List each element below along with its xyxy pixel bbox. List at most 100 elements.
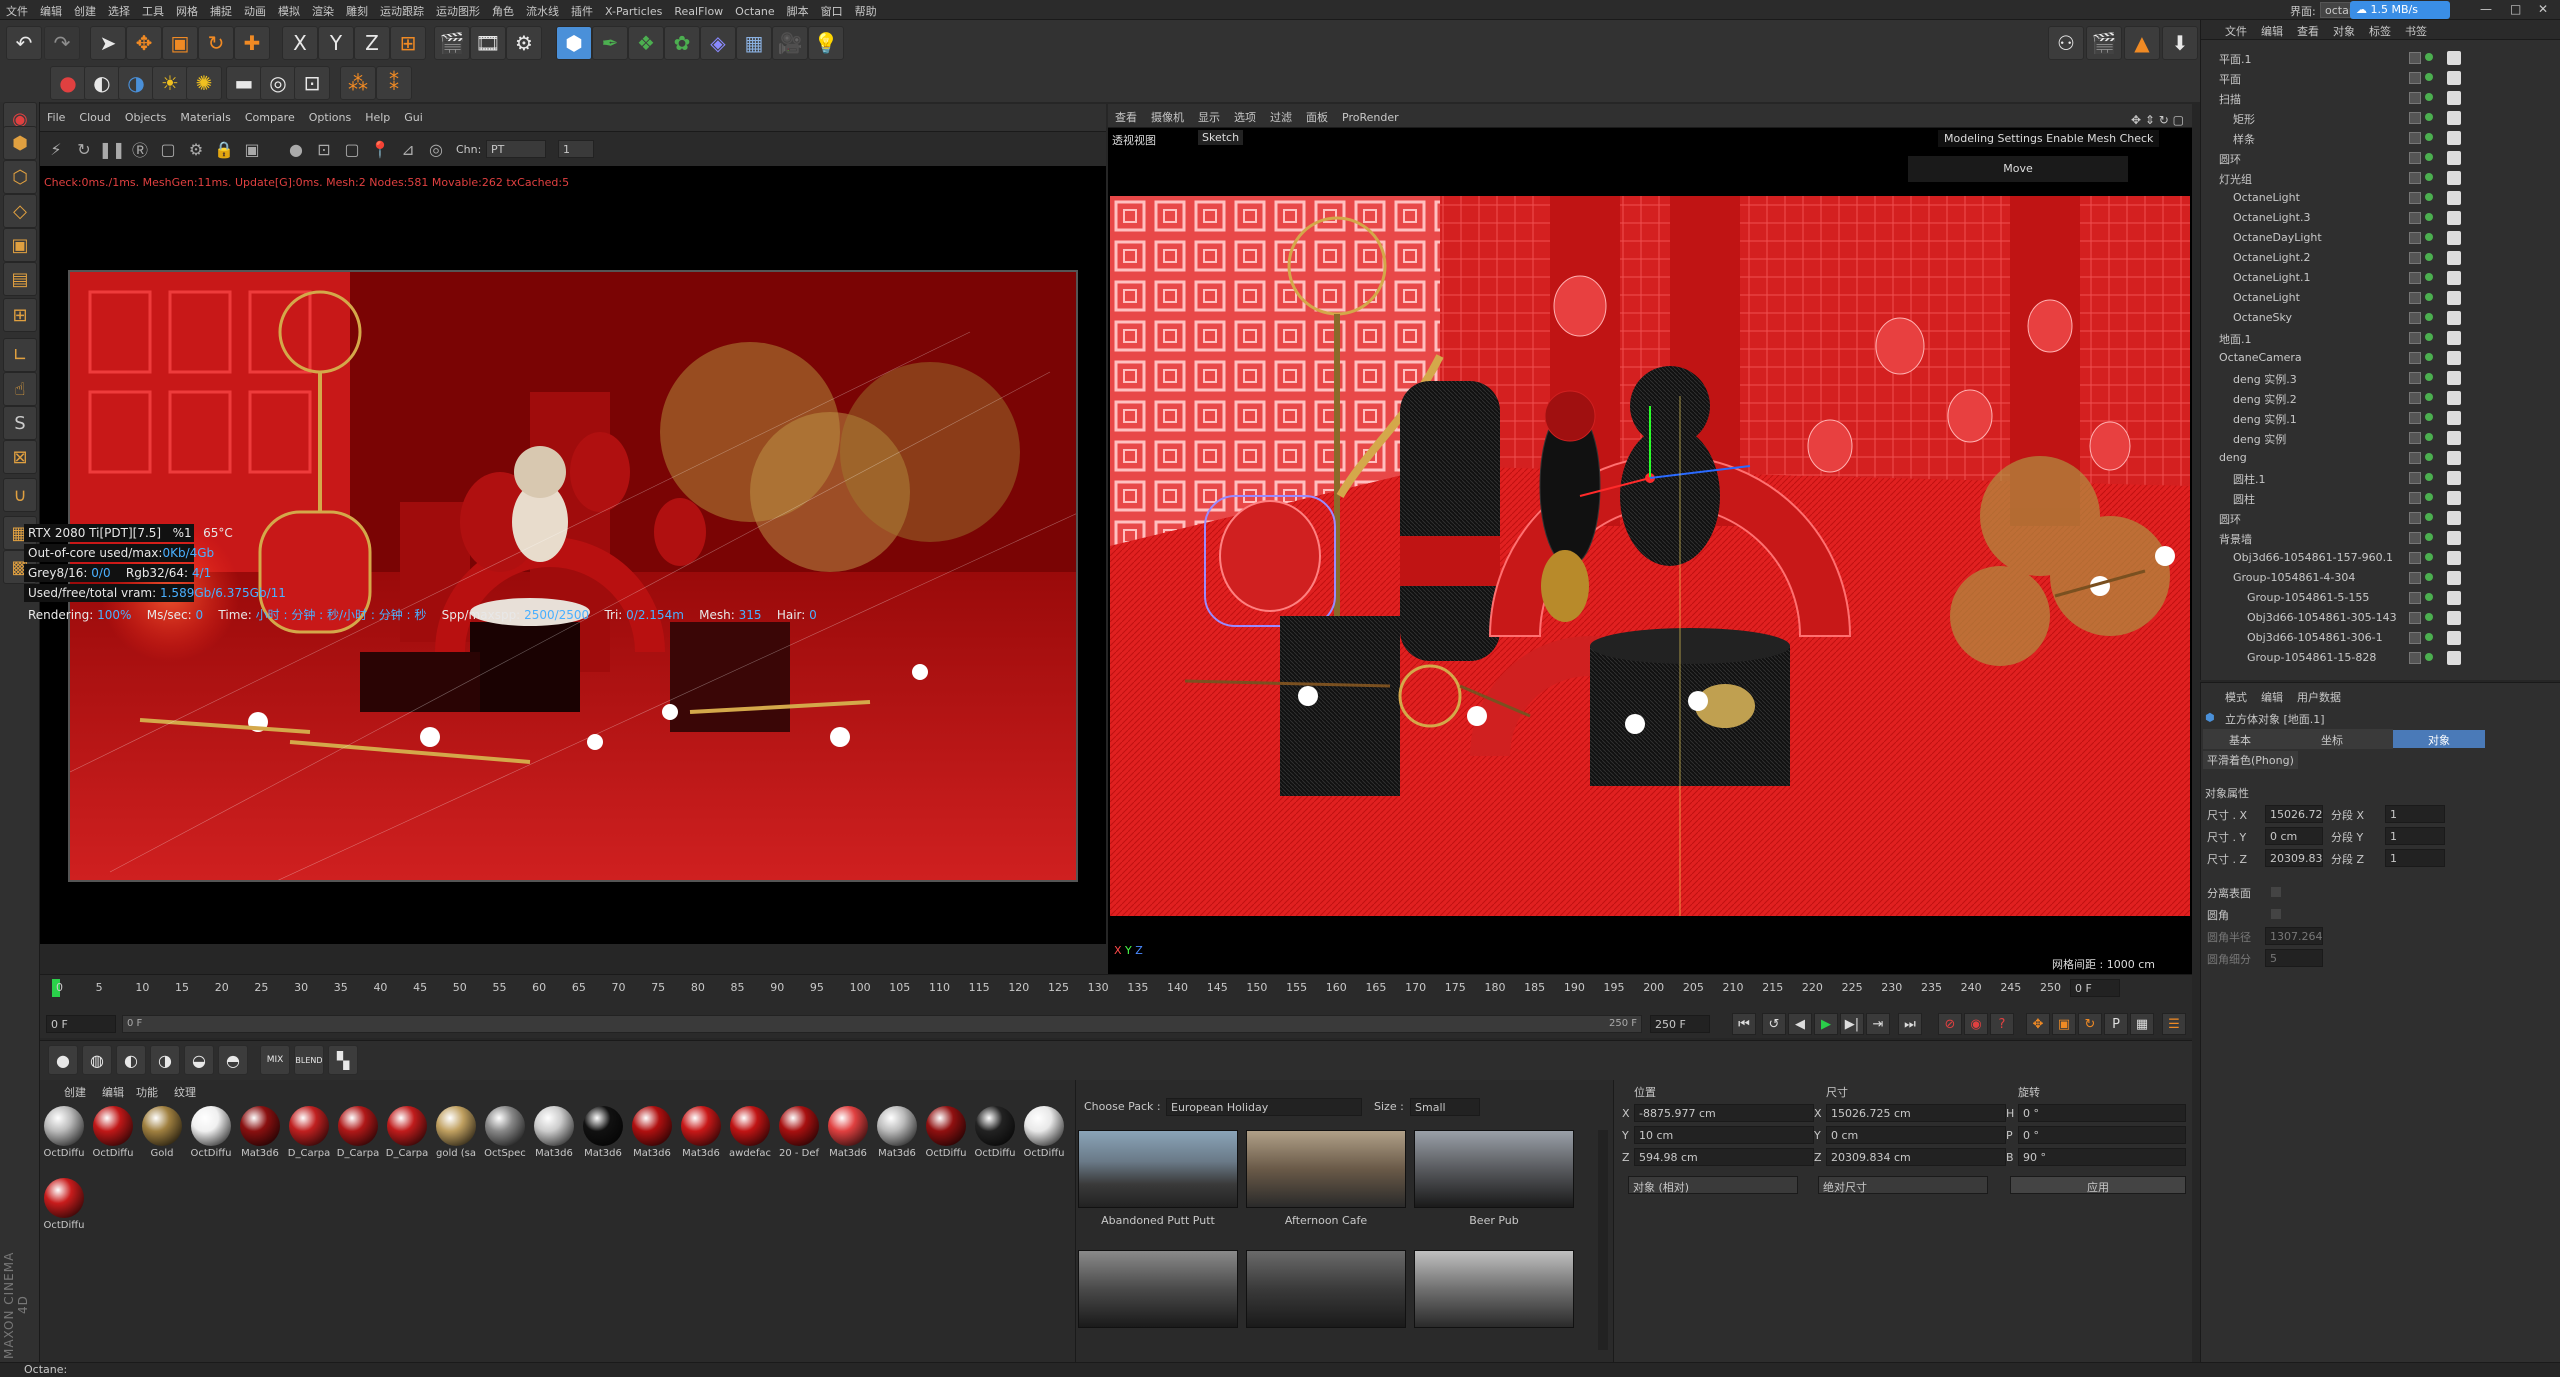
visibility-toggle[interactable] xyxy=(2409,552,2421,564)
seg-y-field[interactable]: 1 xyxy=(2385,827,2445,845)
lv-menu-compare[interactable]: Compare xyxy=(238,104,302,131)
mat-menu-function[interactable]: 功能 xyxy=(136,1084,158,1100)
enabled-check-icon[interactable] xyxy=(2425,313,2433,321)
cone-icon[interactable]: ▲ xyxy=(2124,26,2160,60)
channel-number[interactable]: 1 xyxy=(558,140,594,158)
cube-icon[interactable]: ⬢ xyxy=(556,26,592,60)
octane-glossy-icon[interactable]: ◑ xyxy=(118,66,154,100)
material-swatch[interactable]: gold (sa xyxy=(434,1104,478,1166)
specular-sphere-icon[interactable]: ◐ xyxy=(116,1045,146,1075)
enabled-check-icon[interactable] xyxy=(2425,213,2433,221)
enabled-check-icon[interactable] xyxy=(2425,473,2433,481)
size-y-coord-field[interactable]: 0 cm xyxy=(1826,1126,2006,1144)
size-y-field[interactable]: 0 cm xyxy=(2265,827,2323,845)
material-swatch[interactable]: awdefac xyxy=(728,1104,772,1166)
object-row[interactable]: 扫描 xyxy=(2201,88,2560,108)
enabled-check-icon[interactable] xyxy=(2425,513,2433,521)
material-tag-icon[interactable] xyxy=(2447,191,2461,205)
enabled-check-icon[interactable] xyxy=(2425,73,2433,81)
material-tag-icon[interactable] xyxy=(2447,111,2461,125)
material-swatch[interactable]: D_Carpa xyxy=(287,1104,331,1166)
material-sphere-icon[interactable]: ● xyxy=(284,138,308,160)
prev-key-icon[interactable]: ↺ xyxy=(1762,1013,1786,1035)
enabled-check-icon[interactable] xyxy=(2425,393,2433,401)
octane-target-icon[interactable]: ◎ xyxy=(260,66,296,100)
object-row[interactable]: deng 实例.3 xyxy=(2201,368,2560,388)
material-tag-icon[interactable] xyxy=(2447,311,2461,325)
material-tag-icon[interactable] xyxy=(2447,551,2461,565)
object-row[interactable]: OctaneLight.2 xyxy=(2201,248,2560,268)
coordinate-system-icon[interactable]: ⊞ xyxy=(390,26,426,60)
menu-item[interactable]: 动画 xyxy=(238,0,272,22)
lv-menu-cloud[interactable]: Cloud xyxy=(72,104,117,131)
object-row[interactable]: 样条 xyxy=(2201,128,2560,148)
om-tab-edit[interactable]: 编辑 xyxy=(2261,23,2283,39)
object-row[interactable]: 平面 xyxy=(2201,68,2560,88)
om-tab-object[interactable]: 对象 xyxy=(2333,23,2355,39)
object-row[interactable]: deng 实例.2 xyxy=(2201,388,2560,408)
object-row[interactable]: OctaneLight.3 xyxy=(2201,208,2560,228)
render-picture-viewer-icon[interactable]: 🎞 xyxy=(470,26,506,60)
hdri-thumb[interactable] xyxy=(1414,1250,1574,1328)
material-tag-icon[interactable] xyxy=(2447,431,2461,445)
end-frame-field[interactable]: 250 F xyxy=(1650,1015,1710,1033)
material-tag-icon[interactable] xyxy=(2447,271,2461,285)
vp-menu-camera[interactable]: 摄像机 xyxy=(1144,104,1191,130)
toon-sphere-icon[interactable]: ◒ xyxy=(184,1045,214,1075)
menu-item[interactable]: 角色 xyxy=(486,0,520,22)
start-frame-field[interactable]: 0 F xyxy=(46,1015,116,1033)
size-z-field[interactable]: 20309.834 xyxy=(2265,849,2323,867)
timeline[interactable]: 0 5 10 15 20 25 30 35 40 45 50 55 60 65 70 75 80 85 90 95 10… xyxy=(40,974,2192,1038)
material-tag-icon[interactable] xyxy=(2447,331,2461,345)
fillet-checkbox[interactable] xyxy=(2271,909,2281,919)
focus-picker-icon[interactable]: ⊡ xyxy=(312,138,336,160)
visibility-toggle[interactable] xyxy=(2409,172,2421,184)
enabled-check-icon[interactable] xyxy=(2425,93,2433,101)
cloner-icon[interactable]: ✿ xyxy=(664,26,700,60)
blend-material-icon[interactable]: BLEND xyxy=(294,1045,324,1075)
material-tag-icon[interactable] xyxy=(2447,491,2461,505)
octane-scatter-icon[interactable]: ⁂ xyxy=(340,66,376,100)
undo-icon[interactable]: ↶ xyxy=(6,26,42,60)
viewport-nav-icons[interactable]: ✥ ⇕ ↻ ▢ xyxy=(2124,108,2191,132)
material-swatch[interactable]: Mat3d6 xyxy=(826,1104,870,1166)
visibility-toggle[interactable] xyxy=(2409,652,2421,664)
vp-menu-display[interactable]: 显示 xyxy=(1191,104,1227,130)
layered-material-icon[interactable]: ▚ xyxy=(328,1045,358,1075)
enabled-check-icon[interactable] xyxy=(2425,133,2433,141)
axis-mode-icon[interactable]: ∟ xyxy=(3,338,37,372)
enabled-check-icon[interactable] xyxy=(2425,273,2433,281)
visibility-toggle[interactable] xyxy=(2409,72,2421,84)
visibility-toggle[interactable] xyxy=(2409,292,2421,304)
material-tag-icon[interactable] xyxy=(2447,411,2461,425)
attr-subtab-coord[interactable]: 坐标 xyxy=(2321,732,2343,748)
texture-mode-icon[interactable]: ▤ xyxy=(3,262,37,296)
hdri-thumb[interactable] xyxy=(1078,1250,1238,1328)
deformer-icon[interactable]: ◈ xyxy=(700,26,736,60)
material-tag-icon[interactable] xyxy=(2447,231,2461,245)
mat-menu-texture[interactable]: 纹理 xyxy=(174,1084,196,1100)
lv-menu-file[interactable]: File xyxy=(40,104,72,131)
object-row[interactable]: deng xyxy=(2201,448,2560,468)
material-tag-icon[interactable] xyxy=(2447,291,2461,305)
redo-icon[interactable]: ↷ xyxy=(44,26,80,60)
material-swatch[interactable]: Gold xyxy=(140,1104,184,1166)
size-z-coord-field[interactable]: 20309.834 cm xyxy=(1826,1148,2006,1166)
move-icon[interactable]: ✥ xyxy=(126,26,162,60)
visibility-toggle[interactable] xyxy=(2409,112,2421,124)
enabled-check-icon[interactable] xyxy=(2425,353,2433,361)
send-scene-icon[interactable]: ⚡ xyxy=(44,138,68,160)
metal-sphere-icon[interactable]: ◑ xyxy=(150,1045,180,1075)
om-tab-view[interactable]: 查看 xyxy=(2297,23,2319,39)
material-swatch[interactable]: OctSpec xyxy=(483,1104,527,1166)
object-row[interactable]: Group-1054861-4-304 xyxy=(2201,568,2560,588)
menu-item[interactable]: X-Particles xyxy=(599,2,668,21)
vp-menu-filter[interactable]: 过滤 xyxy=(1263,104,1299,130)
attr-tab-mode[interactable]: 模式 xyxy=(2225,689,2247,705)
hdri-thumb[interactable] xyxy=(1414,1130,1574,1208)
visibility-toggle[interactable] xyxy=(2409,132,2421,144)
material-tag-icon[interactable] xyxy=(2447,651,2461,665)
visibility-toggle[interactable] xyxy=(2409,612,2421,624)
menu-item[interactable]: 运动图形 xyxy=(430,0,486,22)
octane-material-icon[interactable]: ◐ xyxy=(84,66,120,100)
